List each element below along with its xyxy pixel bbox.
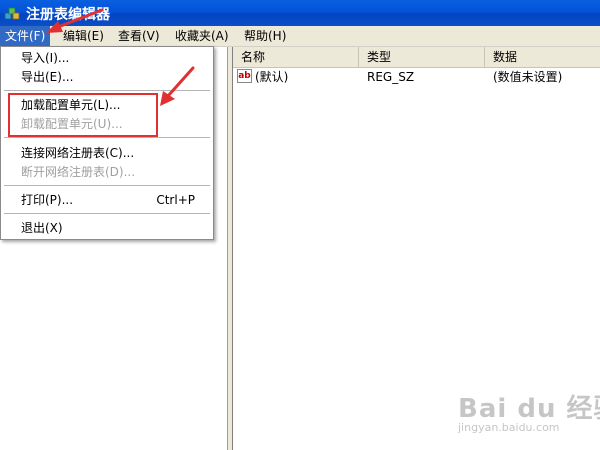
menu-item-import[interactable]: 导入(I)...	[1, 49, 213, 68]
menu-item-disconnect-network-registry: 断开网络注册表(D)...	[1, 163, 213, 182]
baidu-watermark: Bai du 经验 jingyan.baidu.com	[458, 388, 600, 440]
menu-file[interactable]: 文件(F)	[0, 26, 51, 46]
window-title: 注册表编辑器	[26, 7, 110, 23]
value-data: (数值未设置)	[493, 70, 563, 84]
menu-favorites[interactable]: 收藏夹(A)	[170, 26, 234, 46]
list-header: 名称 类型 数据	[233, 47, 600, 68]
menu-help[interactable]: 帮助(H)	[239, 26, 291, 46]
registry-editor-icon	[4, 7, 20, 20]
watermark-brand: Bai du 经验	[458, 394, 600, 424]
menu-item-label: 导出(E)...	[21, 70, 74, 84]
menu-item-label: 退出(X)	[21, 221, 63, 235]
menu-view[interactable]: 查看(V)	[113, 26, 165, 46]
value-type: REG_SZ	[367, 70, 415, 84]
annotation-highlight-box	[8, 93, 158, 137]
menu-edit[interactable]: 编辑(E)	[58, 26, 109, 46]
menu-item-connect-network-registry[interactable]: 连接网络注册表(C)...	[1, 144, 213, 163]
menu-separator	[4, 137, 210, 138]
column-header-name[interactable]: 名称	[233, 47, 359, 67]
menu-item-shortcut: Ctrl+P	[156, 193, 195, 207]
column-header-data[interactable]: 数据	[485, 47, 600, 67]
menu-item-print[interactable]: 打印(P)... Ctrl+P	[1, 191, 213, 210]
menu-item-label: 连接网络注册表(C)...	[21, 146, 135, 160]
menu-separator	[4, 213, 210, 214]
string-value-icon: ab	[237, 69, 252, 83]
menu-item-exit[interactable]: 退出(X)	[1, 219, 213, 238]
title-bar[interactable]: 注册表编辑器	[0, 0, 600, 26]
value-name: (默认)	[255, 70, 289, 84]
menu-item-label: 断开网络注册表(D)...	[21, 165, 136, 179]
watermark-url: jingyan.baidu.com	[458, 421, 560, 434]
value-row[interactable]: ab (默认) REG_SZ (数值未设置)	[233, 68, 600, 86]
menu-item-export[interactable]: 导出(E)...	[1, 68, 213, 87]
column-header-type[interactable]: 类型	[359, 47, 485, 67]
menu-item-label: 打印(P)...	[21, 193, 74, 207]
menu-separator	[4, 185, 210, 186]
menu-separator	[4, 90, 210, 91]
menu-bar: 文件(F) 编辑(E) 查看(V) 收藏夹(A) 帮助(H)	[0, 26, 600, 47]
file-menu-dropdown: 导入(I)... 导出(E)... 加载配置单元(L)... 卸载配置单元(U)…	[0, 46, 214, 240]
menu-item-label: 导入(I)...	[21, 51, 70, 65]
registry-editor-window: 注册表编辑器 文件(F) 编辑(E) 查看(V) 收藏夹(A) 帮助(H) 名称…	[0, 0, 600, 450]
